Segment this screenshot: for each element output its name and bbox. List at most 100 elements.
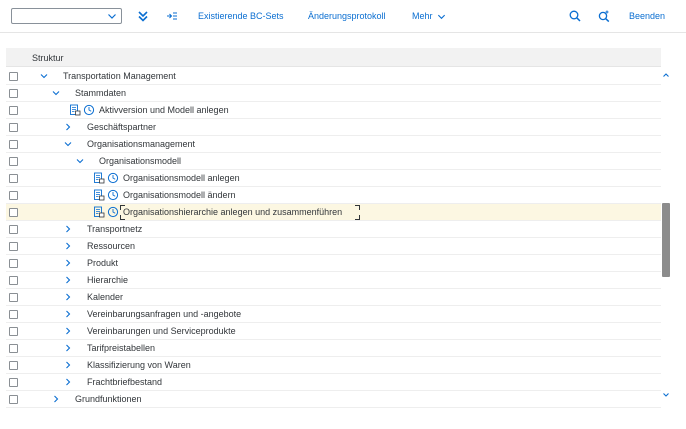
command-field-select[interactable] [11, 8, 122, 24]
collapse-chevron-right-icon[interactable] [63, 326, 73, 336]
exit-button[interactable]: Beenden [629, 11, 665, 21]
row-label: Transportation Management [63, 71, 176, 81]
table-row[interactable]: Produkt [6, 255, 661, 272]
documentation-icon[interactable] [93, 206, 105, 218]
search-icon[interactable] [568, 9, 582, 23]
expand-chevron-down-icon[interactable] [39, 71, 49, 81]
row-checkbox[interactable] [9, 242, 18, 251]
row-label: Frachtbriefbestand [87, 377, 163, 387]
row-label: Ressourcen [87, 241, 136, 251]
table-header: Struktur [6, 48, 661, 67]
row-checkbox[interactable] [9, 293, 18, 302]
collapse-chevron-right-icon[interactable] [63, 377, 73, 387]
existing-bc-sets-button[interactable]: Existierende BC-Sets [198, 11, 284, 21]
row-checkbox[interactable] [9, 259, 18, 268]
row-checkbox[interactable] [9, 89, 18, 98]
collapse-chevron-right-icon[interactable] [63, 275, 73, 285]
collapse-chevron-right-icon[interactable] [63, 343, 73, 353]
table-row[interactable]: Grundfunktionen [6, 391, 661, 408]
row-checkbox[interactable] [9, 225, 18, 234]
execute-clock-icon[interactable] [107, 189, 119, 201]
row-label: Tarifpreistabellen [87, 343, 156, 353]
expand-chevron-down-icon[interactable] [75, 156, 85, 166]
collapse-chevron-right-icon[interactable] [63, 309, 73, 319]
row-label: Geschäftspartner [87, 122, 157, 132]
row-checkbox[interactable] [9, 327, 18, 336]
more-menu-label: Mehr [412, 11, 433, 21]
table-row[interactable]: Transportnetz [6, 221, 661, 238]
search-next-icon[interactable] [597, 9, 611, 23]
table-row[interactable]: Aktivversion und Modell anlegen [6, 102, 661, 119]
row-action-icons [93, 206, 119, 219]
row-checkbox[interactable] [9, 361, 18, 370]
expand-chevron-down-icon[interactable] [51, 88, 61, 98]
row-label: Organisationshierarchie anlegen und zusa… [123, 207, 343, 217]
table-row[interactable]: Transportation Management [6, 68, 661, 85]
row-action-icons [93, 172, 119, 185]
row-checkbox[interactable] [9, 157, 18, 166]
scroll-down-icon[interactable] [662, 391, 670, 399]
row-checkbox[interactable] [9, 208, 18, 217]
row-checkbox[interactable] [9, 174, 18, 183]
change-log-button[interactable]: Änderungsprotokoll [308, 11, 386, 21]
table-row[interactable]: Kalender [6, 289, 661, 306]
table-row[interactable]: Hierarchie [6, 272, 661, 289]
collapse-chevron-right-icon[interactable] [63, 360, 73, 370]
row-label: Klassifizierung von Waren [87, 360, 191, 370]
row-checkbox[interactable] [9, 310, 18, 319]
double-chevron-down-icon[interactable] [136, 9, 150, 23]
row-label: Organisationsmodell ändern [123, 190, 236, 200]
collapse-chevron-right-icon[interactable] [63, 224, 73, 234]
table-row[interactable]: Ressourcen [6, 238, 661, 255]
table-row[interactable]: Organisationsmodell [6, 153, 661, 170]
scroll-up-icon[interactable] [662, 71, 670, 79]
row-action-icons [69, 104, 95, 117]
execute-clock-icon[interactable] [107, 172, 119, 184]
table-row[interactable]: Frachtbriefbestand [6, 374, 661, 391]
table-row[interactable]: Tarifpreistabellen [6, 340, 661, 357]
collapse-chevron-right-icon[interactable] [63, 122, 73, 132]
documentation-icon[interactable] [93, 172, 105, 184]
indent-list-icon[interactable] [165, 9, 179, 23]
collapse-chevron-right-icon[interactable] [63, 241, 73, 251]
table-row[interactable]: Klassifizierung von Waren [6, 357, 661, 374]
table-row[interactable]: Vereinbarungen und Serviceprodukte [6, 323, 661, 340]
table-row[interactable]: Organisationsmodell ändern [6, 187, 661, 204]
row-label: Transportnetz [87, 224, 143, 234]
chevron-down-icon [108, 14, 116, 19]
row-checkbox[interactable] [9, 106, 18, 115]
row-checkbox[interactable] [9, 395, 18, 404]
row-checkbox[interactable] [9, 344, 18, 353]
table-row[interactable]: Stammdaten [6, 85, 661, 102]
chevron-down-icon [437, 14, 445, 20]
row-label: Kalender [87, 292, 124, 302]
row-label: Vereinbarungen und Serviceprodukte [87, 326, 236, 336]
row-label: Vereinbarungsanfragen und -angebote [87, 309, 242, 319]
documentation-icon[interactable] [93, 189, 105, 201]
table-row[interactable]: Organisationsmanagement [6, 136, 661, 153]
row-label: Hierarchie [87, 275, 129, 285]
row-checkbox[interactable] [9, 123, 18, 132]
table-row[interactable]: Organisationsmodell anlegen [6, 170, 661, 187]
documentation-icon[interactable] [69, 104, 81, 116]
table-row[interactable]: Organisationshierarchie anlegen und zusa… [6, 204, 661, 221]
row-checkbox[interactable] [9, 378, 18, 387]
vertical-scrollbar[interactable] [661, 67, 671, 407]
execute-clock-icon[interactable] [83, 104, 95, 116]
expand-chevron-down-icon[interactable] [63, 139, 73, 149]
scrollbar-thumb[interactable] [662, 203, 670, 277]
collapse-chevron-right-icon[interactable] [63, 292, 73, 302]
collapse-chevron-right-icon[interactable] [51, 394, 61, 404]
row-action-icons [93, 189, 119, 202]
collapse-chevron-right-icon[interactable] [63, 258, 73, 268]
table-row[interactable]: Geschäftspartner [6, 119, 661, 136]
execute-clock-icon[interactable] [107, 206, 119, 218]
row-checkbox[interactable] [9, 191, 18, 200]
row-checkbox[interactable] [9, 72, 18, 81]
row-checkbox[interactable] [9, 276, 18, 285]
more-menu-button[interactable]: Mehr [412, 11, 446, 21]
row-checkbox[interactable] [9, 140, 18, 149]
table-row[interactable]: Vereinbarungsanfragen und -angebote [6, 306, 661, 323]
row-label: Organisationsmodell anlegen [123, 173, 240, 183]
row-label: Organisationsmanagement [87, 139, 196, 149]
